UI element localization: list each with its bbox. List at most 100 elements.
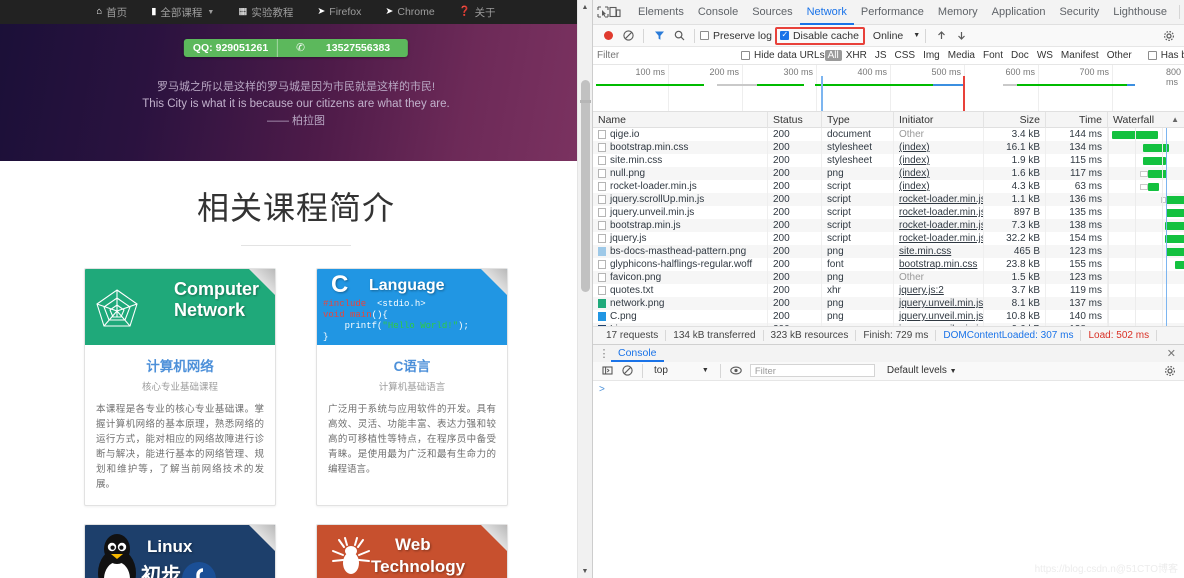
cell-time: 136 ms xyxy=(1046,193,1108,206)
course-card-web-technology[interactable]: Web Technology xyxy=(316,524,508,578)
col-header-time[interactable]: Time xyxy=(1046,111,1108,128)
cell-initiator[interactable]: (index) xyxy=(894,167,984,180)
console-levels-select[interactable]: Default levels ▼ xyxy=(887,365,957,376)
table-row[interactable]: qige.io 200 document Other 3.4 kB 144 ms xyxy=(593,128,1184,141)
tab-performance[interactable]: Performance xyxy=(854,0,931,25)
nav-item-home[interactable]: ⌂ 首页 xyxy=(96,5,127,20)
table-row[interactable]: jquery.scrollUp.min.js 200 script rocket-lo… xyxy=(593,193,1184,206)
col-header-size[interactable]: Size xyxy=(984,111,1046,128)
cell-initiator[interactable]: (index) xyxy=(894,141,984,154)
col-header-type[interactable]: Type xyxy=(822,111,894,128)
table-row[interactable]: quotes.txt 200 xhr jquery.js:2 3.7 kB 119 ms xyxy=(593,284,1184,297)
nav-item-lab-tutorial[interactable]: ▦ 实验教程 xyxy=(238,5,293,20)
nav-item-chrome[interactable]: ➤ Chrome xyxy=(385,6,434,18)
table-row[interactable]: bs-docs-masthead-pattern.png 200 png site.m… xyxy=(593,245,1184,258)
nav-item-all-courses[interactable]: ▮ 全部课程 ▼ xyxy=(151,5,214,20)
cell-initiator[interactable]: jquery.unveil.min.js:11 xyxy=(894,297,984,310)
tab-application[interactable]: Application xyxy=(985,0,1053,25)
execution-context-select[interactable]: top ▼ xyxy=(654,365,709,376)
network-settings-gear-icon[interactable] xyxy=(1159,26,1179,46)
console-sidebar-icon[interactable] xyxy=(597,361,617,381)
tab-elements[interactable]: Elements xyxy=(631,0,691,25)
console-filter-input[interactable]: Filter xyxy=(749,364,875,377)
scroll-up-arrow[interactable]: ▲ xyxy=(578,0,592,14)
course-card-computer-network[interactable]: Computer Network 计算机网络 核心专业基础课程 本课程是各专业的… xyxy=(84,268,276,506)
cell-initiator[interactable]: bootstrap.min.css xyxy=(894,258,984,271)
course-card-c-language[interactable]: C Language #include <stdio.h> void main(… xyxy=(316,268,508,506)
filter-type-ws[interactable]: WS xyxy=(1033,50,1057,61)
search-icon[interactable] xyxy=(669,26,689,46)
import-har-icon[interactable] xyxy=(931,26,951,46)
filter-type-js[interactable]: JS xyxy=(871,50,891,61)
table-row[interactable]: favicon.png 200 png Other 1.5 kB 123 ms xyxy=(593,271,1184,284)
drawer-close-icon[interactable]: ✕ xyxy=(1167,347,1180,360)
clear-button[interactable] xyxy=(618,26,638,46)
clear-console-icon[interactable] xyxy=(617,361,637,381)
col-header-name[interactable]: Name xyxy=(593,111,768,128)
tab-sources[interactable]: Sources xyxy=(745,0,799,25)
inspect-element-icon[interactable] xyxy=(597,1,609,23)
filter-type-other[interactable]: Other xyxy=(1103,50,1136,61)
has-blocked-cookies-checkbox[interactable]: Has blocked cookies xyxy=(1147,50,1184,61)
filter-type-doc[interactable]: Doc xyxy=(1007,50,1033,61)
cell-initiator[interactable]: (index) xyxy=(894,180,984,193)
scroll-down-arrow[interactable]: ▼ xyxy=(578,564,592,578)
cell-initiator[interactable]: rocket-loader.min.js:1 xyxy=(894,193,984,206)
table-row[interactable]: rocket-loader.min.js 200 script (index) 4.3 … xyxy=(593,180,1184,193)
tab-memory[interactable]: Memory xyxy=(931,0,985,25)
cell-initiator[interactable]: jquery.unveil.min.js:11 xyxy=(894,310,984,323)
console-settings-gear-icon[interactable] xyxy=(1160,361,1180,381)
cell-initiator[interactable]: rocket-loader.min.js:1 xyxy=(894,219,984,232)
col-header-initiator[interactable]: Initiator xyxy=(894,111,984,128)
table-row[interactable]: null.png 200 png (index) 1.6 kB 117 ms xyxy=(593,167,1184,180)
table-row[interactable]: glyphicons-halflings-regular.woff 200 font… xyxy=(593,258,1184,271)
tab-network[interactable]: Network xyxy=(800,0,854,25)
table-row[interactable]: bootstrap.min.js 200 script rocket-loader.m… xyxy=(593,219,1184,232)
tab-console[interactable]: Console xyxy=(691,0,745,25)
table-row[interactable]: jquery.unveil.min.js 200 script rocket-load… xyxy=(593,206,1184,219)
table-row[interactable]: site.min.css 200 stylesheet (index) 1.9 kB 11… xyxy=(593,154,1184,167)
scrollbar-thumb[interactable] xyxy=(581,80,590,292)
filter-input[interactable] xyxy=(597,48,729,63)
col-header-waterfall[interactable]: Waterfall xyxy=(1113,112,1154,128)
filter-type-all[interactable]: All xyxy=(824,50,842,61)
cell-initiator[interactable]: (index) xyxy=(894,154,984,167)
tab-lighthouse[interactable]: Lighthouse xyxy=(1106,0,1174,25)
cell-initiator[interactable]: rocket-loader.min.js:1 xyxy=(894,232,984,245)
tab-security[interactable]: Security xyxy=(1052,0,1106,25)
console-output[interactable]: > https://blog.csdn.n@51CTO博客 xyxy=(593,380,1184,578)
cell-initiator[interactable]: site.min.css xyxy=(894,245,984,258)
preserve-log-checkbox[interactable]: Preserve log xyxy=(700,30,772,42)
filter-type-font[interactable]: Font xyxy=(979,50,1007,61)
nav-item-about[interactable]: ❓ 关于 xyxy=(459,5,496,20)
table-row[interactable]: bootstrap.min.css 200 stylesheet (index) 16.… xyxy=(593,141,1184,154)
table-row[interactable]: network.png 200png jquery.unveil.min.js:11… xyxy=(593,297,1184,310)
contact-pill[interactable]: QQ: 929051261 ✆ 13527556383 xyxy=(183,39,409,57)
record-button[interactable] xyxy=(598,26,618,46)
device-toolbar-icon[interactable] xyxy=(609,1,621,23)
sort-ascending-icon[interactable]: ▲ xyxy=(1171,112,1179,128)
network-overview-timeline[interactable]: 100 ms 200 ms 300 ms 400 ms 500 ms 600 m… xyxy=(593,65,1184,112)
filter-type-xhr[interactable]: XHR xyxy=(842,50,871,61)
page-scrollbar[interactable]: ▲ ▼ xyxy=(577,0,592,578)
drawer-more-icon[interactable]: ⋮ xyxy=(597,347,611,360)
table-row[interactable]: jquery.js 200script rocket-loader.min.js:1… xyxy=(593,232,1184,245)
hide-data-urls-checkbox[interactable]: Hide data URLs xyxy=(741,50,825,61)
disable-cache-checkbox[interactable]: Disable cache xyxy=(779,30,859,42)
col-header-status[interactable]: Status xyxy=(768,111,822,128)
throttling-select[interactable]: Online ▼ xyxy=(873,30,920,42)
cell-initiator[interactable]: rocket-loader.min.js:1 xyxy=(894,206,984,219)
filter-type-media[interactable]: Media xyxy=(944,50,979,61)
export-har-icon[interactable] xyxy=(951,26,971,46)
filter-type-css[interactable]: CSS xyxy=(891,50,920,61)
filter-type-manifest[interactable]: Manifest xyxy=(1057,50,1103,61)
nav-item-firefox[interactable]: ➤ Firefox xyxy=(317,6,361,18)
network-request-list[interactable]: qige.io 200 document Other 3.4 kB 144 ms boots… xyxy=(593,128,1184,326)
table-row[interactable]: C.png 200png jquery.unveil.min.js:1110.8 k… xyxy=(593,310,1184,323)
cell-initiator[interactable]: jquery.js:2 xyxy=(894,284,984,297)
course-card-linux[interactable]: Linux 初步 xyxy=(84,524,276,578)
filter-icon[interactable] xyxy=(649,26,669,46)
drawer-tab-console[interactable]: Console xyxy=(611,344,664,362)
live-expression-eye-icon[interactable] xyxy=(726,361,746,381)
filter-type-img[interactable]: Img xyxy=(919,50,944,61)
